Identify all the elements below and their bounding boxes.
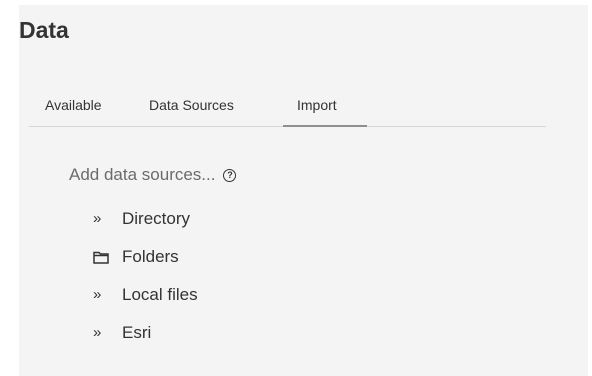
add-data-sources-heading: Add data sources... ? bbox=[69, 164, 237, 186]
source-item-folders[interactable]: Folders bbox=[93, 238, 198, 276]
add-data-sources-label: Add data sources... bbox=[69, 165, 216, 184]
source-item-label: Directory bbox=[122, 209, 191, 228]
source-item-label: Local files bbox=[122, 285, 198, 304]
double-chevron-right-icon: » bbox=[93, 286, 102, 303]
source-item-label: Esri bbox=[122, 323, 152, 342]
folder-icon bbox=[93, 247, 115, 267]
tab-import[interactable]: Import bbox=[283, 91, 367, 127]
tab-bar: Available Data Sources Import bbox=[29, 91, 546, 127]
source-item-esri[interactable]: » Esri bbox=[93, 314, 198, 352]
data-source-list: » Directory Folders » Local files » Esri bbox=[93, 200, 198, 352]
help-icon[interactable]: ? bbox=[223, 168, 237, 182]
source-item-directory[interactable]: » Directory bbox=[93, 200, 198, 238]
source-item-local-files[interactable]: » Local files bbox=[93, 276, 198, 314]
tab-data-sources[interactable]: Data Sources bbox=[135, 91, 248, 125]
page-title: Data bbox=[19, 17, 69, 43]
double-chevron-right-icon: » bbox=[93, 324, 102, 341]
double-chevron-right-icon: » bbox=[93, 210, 102, 227]
source-item-label: Folders bbox=[122, 247, 179, 266]
tab-available[interactable]: Available bbox=[31, 91, 116, 125]
